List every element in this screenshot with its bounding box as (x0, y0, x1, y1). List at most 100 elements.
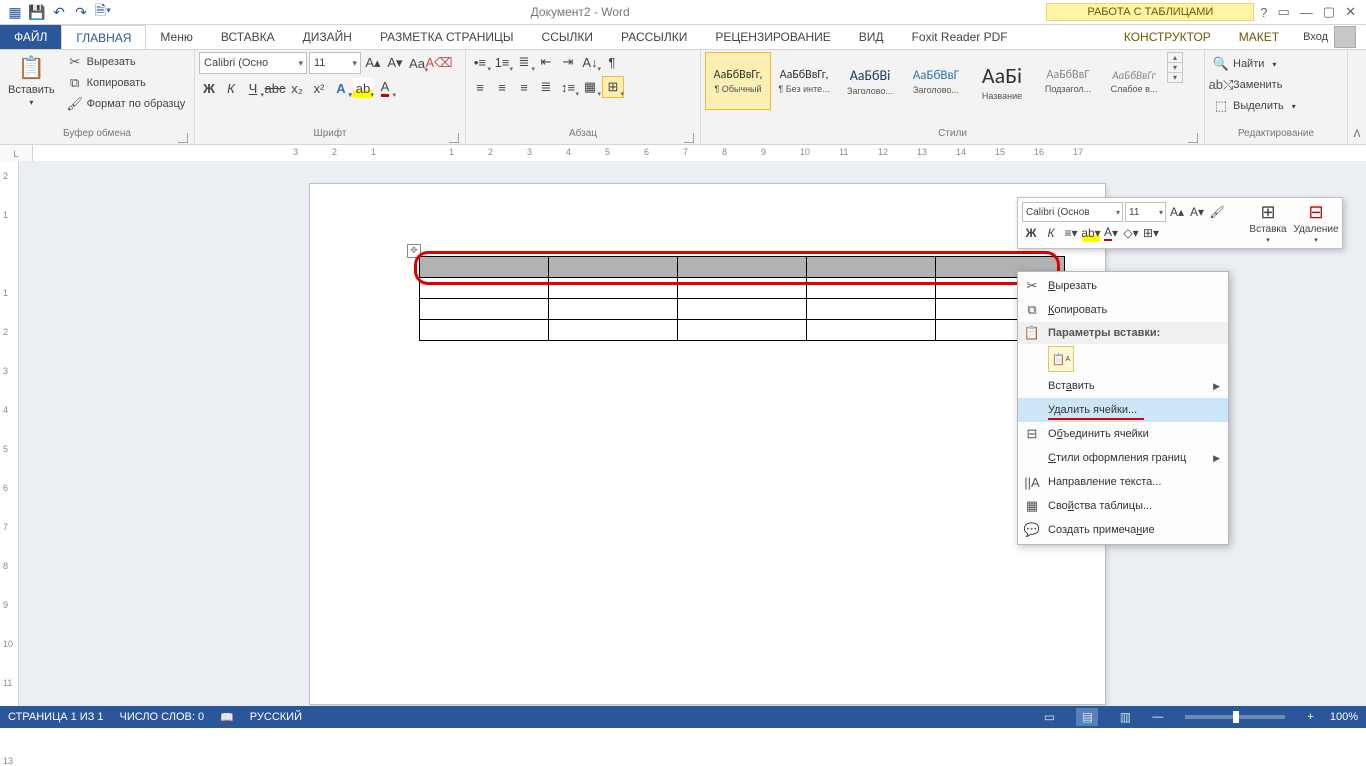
dialog-launcher-icon[interactable] (684, 133, 694, 143)
mini-align-icon[interactable]: ≡▾ (1062, 224, 1080, 242)
ctx-table-props[interactable]: ▦Свойства таблицы... (1018, 494, 1228, 518)
table-row[interactable] (420, 320, 1065, 341)
table-cell[interactable] (420, 278, 549, 299)
line-spacing-icon[interactable]: ↕≡ (558, 77, 578, 97)
mini-borders-icon[interactable]: ⊞▾ (1142, 224, 1160, 242)
clear-format-icon[interactable]: A⌫ (429, 53, 449, 73)
table-cell[interactable] (420, 320, 549, 341)
align-left-icon[interactable]: ≡ (470, 77, 490, 97)
mini-shading-icon[interactable]: ◇▾ (1122, 224, 1140, 242)
superscript-button[interactable]: x² (309, 78, 329, 98)
show-marks-icon[interactable]: ¶ (602, 52, 622, 72)
table-cell[interactable] (678, 257, 807, 278)
tab-review[interactable]: РЕЦЕНЗИРОВАНИЕ (701, 25, 844, 49)
grow-font-icon[interactable]: A▴ (363, 53, 383, 73)
ctx-border-styles[interactable]: Стили оформления границ▶ (1018, 446, 1228, 470)
zoom-value[interactable]: 100% (1330, 711, 1358, 723)
tab-constructor[interactable]: КОНСТРУКТОР (1110, 25, 1225, 49)
table-row[interactable] (420, 278, 1065, 299)
mini-shrink-icon[interactable]: A▾ (1188, 203, 1206, 221)
undo-icon[interactable]: ↶ (48, 1, 70, 23)
zoom-in-icon[interactable]: + (1307, 711, 1313, 723)
minimize-icon[interactable]: — (1300, 5, 1313, 20)
table-row[interactable] (420, 257, 1065, 278)
tab-pagelayout[interactable]: РАЗМЕТКА СТРАНИЦЫ (366, 25, 528, 49)
style-item[interactable]: АаБбВвГг,¶ Обычный (705, 52, 771, 110)
justify-icon[interactable]: ≣ (536, 77, 556, 97)
tab-design[interactable]: ДИЗАЙН (289, 25, 366, 49)
shading-icon[interactable]: ▦ (580, 77, 600, 97)
select-button[interactable]: ⬚Выделить▾ (1209, 96, 1300, 116)
find-button[interactable]: 🔍Найти▾ (1209, 54, 1300, 74)
align-center-icon[interactable]: ≡ (492, 77, 512, 97)
table-cell[interactable] (420, 257, 549, 278)
ctx-copy[interactable]: ⧉Копировать (1018, 298, 1228, 322)
sort-icon[interactable]: A↓ (580, 52, 600, 72)
indent-icon[interactable]: ⇥ (558, 52, 578, 72)
multilevel-icon[interactable]: ≣ (514, 52, 534, 72)
borders-icon[interactable]: ⊞ (602, 76, 624, 98)
mini-fontcolor-icon[interactable]: A▾ (1102, 224, 1120, 242)
strike-button[interactable]: abc (265, 78, 285, 98)
table-cell[interactable] (678, 299, 807, 320)
table-row[interactable] (420, 299, 1065, 320)
font-name-select[interactable]: Calibri (Осно (199, 52, 307, 74)
ctx-merge-cells[interactable]: ⊟Объединить ячейки (1018, 422, 1228, 446)
align-right-icon[interactable]: ≡ (514, 77, 534, 97)
dialog-launcher-icon[interactable] (1188, 133, 1198, 143)
numbering-icon[interactable]: 1≡ (492, 52, 512, 72)
maximize-icon[interactable]: ▢ (1323, 4, 1335, 20)
outdent-icon[interactable]: ⇤ (536, 52, 556, 72)
redo-icon[interactable]: ↷ (70, 1, 92, 23)
format-painter-button[interactable]: 🖌Формат по образцу (63, 94, 190, 114)
mini-delete-button[interactable]: ⊟Удаление▾ (1294, 202, 1338, 244)
mini-insert-button[interactable]: ⊞Вставка▾ (1246, 202, 1290, 244)
view-web-icon[interactable]: ▥ (1114, 708, 1136, 726)
style-item[interactable]: АаБіНазвание (969, 52, 1035, 110)
table-cell[interactable] (807, 257, 936, 278)
subscript-button[interactable]: x₂ (287, 78, 307, 98)
table-cell[interactable] (549, 257, 678, 278)
cut-button[interactable]: ✂Вырезать (63, 52, 190, 72)
tab-file[interactable]: ФАЙЛ (0, 25, 61, 49)
ctx-delete-cells[interactable]: Удалить ячейки... (1018, 398, 1228, 422)
style-item[interactable]: АаБбВвГг,¶ Без инте... (771, 52, 837, 110)
mini-bold-button[interactable]: Ж (1022, 224, 1040, 242)
tab-menu[interactable]: Меню (146, 25, 206, 49)
mini-size-select[interactable]: 11 (1125, 202, 1166, 222)
style-item[interactable]: АаБбВіЗаголово... (837, 52, 903, 110)
highlight-icon[interactable]: ab (353, 78, 373, 98)
table-cell[interactable] (807, 320, 936, 341)
ctx-cut[interactable]: ✂Вырезать (1018, 274, 1228, 298)
word-icon[interactable]: ▦ (4, 1, 26, 23)
zoom-out-icon[interactable]: — (1152, 711, 1163, 723)
table-cell[interactable] (807, 299, 936, 320)
replace-button[interactable]: ab⤭Заменить (1209, 75, 1300, 95)
paste-keep-text-icon[interactable]: 📋A (1048, 346, 1074, 372)
help-icon[interactable]: ? (1260, 5, 1267, 20)
table-cell[interactable] (549, 278, 678, 299)
table-cell[interactable] (678, 278, 807, 299)
status-spellcheck-icon[interactable]: 📖 (220, 711, 234, 724)
table-cell[interactable] (549, 320, 678, 341)
view-print-icon[interactable]: ▤ (1076, 708, 1098, 726)
underline-button[interactable]: Ч (243, 78, 263, 98)
sign-in[interactable]: Вход (1293, 25, 1366, 49)
view-read-icon[interactable]: ▭ (1038, 708, 1060, 726)
table-cell[interactable] (420, 299, 549, 320)
tab-mailings[interactable]: РАССЫЛКИ (607, 25, 701, 49)
ctx-insert[interactable]: Вставить▶ (1018, 374, 1228, 398)
mini-font-select[interactable]: Calibri (Основ (1022, 202, 1123, 222)
save-icon[interactable]: 💾 (26, 1, 48, 23)
mini-fmtpainter-icon[interactable]: 🖌 (1208, 203, 1226, 221)
mini-grow-icon[interactable]: A▴ (1168, 203, 1186, 221)
document-table[interactable] (419, 256, 1065, 341)
change-case-icon[interactable]: Aa (407, 53, 427, 73)
mini-italic-button[interactable]: К (1042, 224, 1060, 242)
style-item[interactable]: АаБбВвГЗаголово... (903, 52, 969, 110)
status-page[interactable]: СТРАНИЦА 1 ИЗ 1 (8, 711, 104, 723)
new-doc-icon[interactable]: 🗎▾ (92, 1, 114, 23)
status-language[interactable]: РУССКИЙ (250, 711, 302, 723)
dialog-launcher-icon[interactable] (449, 133, 459, 143)
bold-button[interactable]: Ж (199, 78, 219, 98)
